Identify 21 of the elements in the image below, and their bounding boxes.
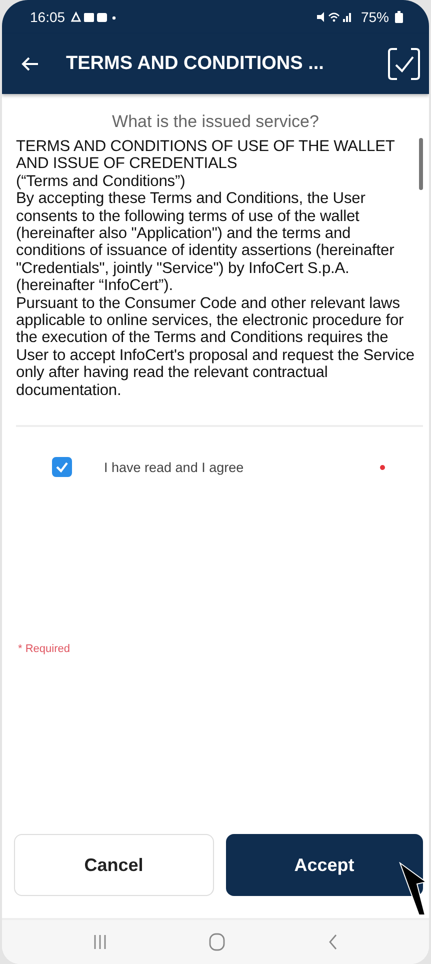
question-heading: What is the issued service?: [111, 112, 320, 132]
accept-button[interactable]: Accept: [226, 834, 423, 896]
check-icon: [55, 460, 69, 474]
screen-title: TERMS AND CONDITIONS ...: [66, 53, 325, 75]
cancel-button[interactable]: Cancel: [14, 834, 214, 896]
terms-paragraph: By accepting these Terms and Conditions, the User consents to the following terms of use of the wallet (hereinafter also "Application") and the terms and conditions of issuance of identity assertions (hereinafter "Credentials", jointly "Service") by InfoCert S.p.A. (hereinafter “InfoCert”).: [16, 190, 396, 295]
checkbox-scan-icon[interactable]: [387, 47, 421, 81]
terms-paragraph: Pursuant to the Consumer Code and other relevant laws applicable to online services, the electronic procedure for the execution of the Terms and Conditions requires the User to accept InfoCert's proposal and request the Service only after having read the relevant contractual documentation.: [16, 294, 415, 400]
battery-percent: 75%: [360, 9, 389, 25]
home-icon[interactable]: [209, 933, 226, 951]
scrollbar[interactable]: [419, 138, 423, 190]
agree-label: I have read and I agree: [104, 460, 245, 475]
terms-paragraph: TERMS AND CONDITIONS OF USE OF THE WALLET AND ISSUE OF CREDENTIALS: [16, 138, 396, 173]
status-time: 16:05: [30, 9, 66, 25]
agree-checkbox[interactable]: [52, 457, 72, 478]
terms-paragraph: (“Terms and Conditions”): [16, 172, 186, 190]
back-icon[interactable]: [328, 934, 338, 950]
recent-apps-icon[interactable]: [93, 934, 108, 950]
required-note: * Required: [17, 643, 71, 656]
battery-icon: [395, 11, 403, 23]
notification-icons: [71, 11, 118, 23]
